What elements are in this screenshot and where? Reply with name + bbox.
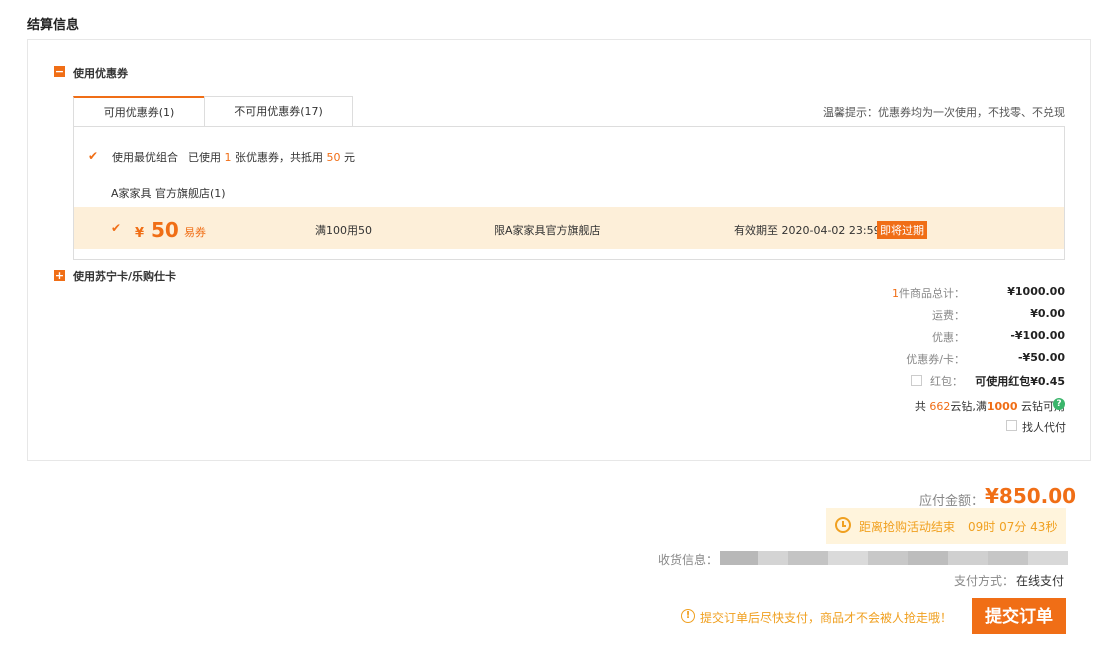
payment-label: 支付方式： [954, 574, 1015, 588]
payable-label: 应付金额： [919, 494, 985, 509]
redpacket-value: 可使用红包¥0.45 [975, 375, 1065, 388]
used-amount: 50 [326, 151, 341, 164]
coupon-value: 50 [151, 218, 179, 242]
items-total-label: 1件商品总计： [845, 285, 965, 301]
expand-icon[interactable]: + [54, 270, 65, 281]
coupon-usage-summary: 已使用 1 张优惠券，共抵用 50 元 [188, 149, 355, 165]
expire-badge: 即将过期 [877, 221, 927, 239]
proxy-pay-label[interactable]: 找人代付 [1022, 419, 1066, 435]
coupon-checkbox[interactable]: ✔ [111, 222, 122, 234]
items-label: 件商品总计： [899, 287, 965, 300]
coupon-section-label[interactable]: 使用优惠券 [73, 65, 128, 81]
discount-value: -¥100.00 [1010, 329, 1065, 342]
best-combo-label: 使用最优组合 [112, 151, 178, 164]
coupon-scope: 限A家家具官方旗舰店 [494, 224, 601, 237]
diamond-pre: 共 [914, 400, 930, 413]
items-total-value: ¥1000.00 [1007, 285, 1065, 298]
tab-available-coupons[interactable]: 可用优惠券(1) [73, 96, 204, 126]
shipping-value: ¥0.00 [1030, 307, 1065, 320]
diamond-count: 662 [929, 400, 951, 413]
item-count: 1 [892, 287, 899, 300]
coupon-type: 易券 [184, 226, 206, 239]
coupon-card-label: 优惠券/卡： [906, 353, 965, 366]
address-label: 收货信息： [658, 553, 719, 567]
address-redacted [720, 551, 1068, 565]
coupon-condition: 满100用50 [315, 224, 372, 237]
diamond-info: 共 662云钻,满1000 云钻可用 [915, 398, 1065, 414]
page-title: 结算信息 [27, 18, 80, 33]
coupon-validity: 有效期至 2020-04-02 23:59 [734, 224, 881, 237]
help-icon[interactable]: ? [1053, 398, 1065, 410]
collapse-icon[interactable]: − [54, 66, 65, 77]
submit-warning: 提交订单后尽快支付，商品才不会被人抢走哦！ [700, 611, 953, 625]
submit-order-button[interactable]: 提交订单 [972, 598, 1066, 634]
proxy-pay-checkbox[interactable] [1006, 420, 1017, 431]
alarm-clock-icon [835, 517, 851, 533]
payable-amount: ¥850.00 [985, 484, 1077, 508]
shipping-label: 运费： [932, 309, 965, 322]
discount-label: 优惠： [932, 331, 965, 344]
countdown-time: 09时 07分 43秒 [968, 520, 1058, 534]
diamond-mid: 云钻,满 [950, 400, 987, 413]
redpacket-checkbox[interactable] [911, 375, 922, 386]
card-section-label[interactable]: 使用苏宁卡/乐购仕卡 [73, 268, 176, 284]
used-text-mid: 张优惠券，共抵用 [231, 151, 327, 164]
payment-method: 在线支付 [1016, 574, 1065, 588]
best-combo-checkbox[interactable]: ✔ [88, 150, 99, 162]
warning-icon: ! [681, 609, 695, 623]
used-text-post: 元 [340, 151, 355, 164]
coupon-card-value: -¥50.00 [1017, 351, 1065, 364]
coupon-hint: 温馨提示：优惠券均为一次使用，不找零、不兑现 [823, 106, 1065, 119]
countdown-text: 距离抢购活动结束 [859, 520, 956, 534]
coupon-currency: ¥ [135, 226, 145, 241]
used-text-pre: 已使用 [188, 151, 225, 164]
coupon-amount: ¥ 50 [135, 218, 179, 242]
tab-unavailable-coupons[interactable]: 不可用优惠券(17) [204, 96, 353, 126]
diamond-threshold: 1000 [986, 400, 1018, 413]
used-count: 1 [224, 151, 232, 164]
store-name: A家家具 官方旗舰店(1) [111, 187, 226, 200]
